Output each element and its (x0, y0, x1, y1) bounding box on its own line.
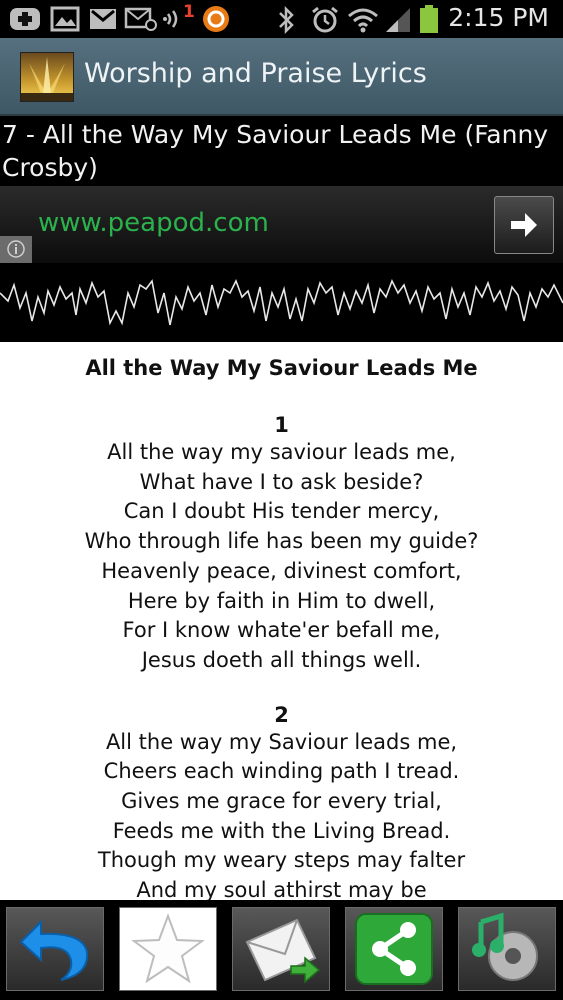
ad-info-button[interactable] (0, 236, 32, 263)
favorite-star-icon (131, 913, 205, 984)
app-logo-icon[interactable] (20, 52, 74, 102)
lyric-line: Feeds me with the Living Bread. (112, 818, 451, 843)
verse-number: 1 (274, 413, 289, 437)
lyric-line: All the way my Saviour leads me, (105, 729, 458, 754)
notification-count: 1 (183, 2, 195, 22)
share-icon (355, 913, 433, 985)
battery-icon (420, 5, 438, 33)
lyric-line: Here by faith in Him to dwell, (127, 588, 436, 613)
song-header: 7 - All the Way My Saviour Leads Me (Fan… (0, 116, 563, 186)
lyric-line: Cheers each winding path I tread. (103, 759, 460, 784)
audio-waveform (0, 263, 563, 342)
lyric-line: And my soul athirst may be (136, 878, 427, 900)
lyrics-panel[interactable]: All the Way My Saviour Leads Me 1 All th… (0, 342, 563, 900)
lyric-line: All the way my saviour leads me, (107, 440, 456, 464)
back-icon (19, 919, 89, 981)
email-forward-icon (245, 918, 321, 984)
ad-url-link[interactable]: www.peapod.com (38, 208, 269, 238)
lyric-line: Jesus doeth all things well. (141, 647, 422, 672)
music-player-button[interactable] (458, 907, 556, 991)
ad-arrow-button[interactable] (494, 196, 554, 254)
sync-icon (203, 6, 229, 32)
email-icon (124, 7, 157, 31)
lyric-line: Who through life has been my guide? (84, 529, 479, 554)
share-button[interactable] (345, 907, 443, 991)
status-bar: 1 2:15 PM (0, 0, 563, 38)
verse-number: 2 (274, 702, 289, 727)
arrow-right-icon (511, 213, 537, 237)
back-button[interactable] (6, 907, 104, 991)
status-time: 2:15 PM (448, 3, 549, 32)
ad-banner[interactable]: www.peapod.com (0, 186, 563, 263)
info-icon (7, 240, 25, 258)
favorite-button[interactable] (119, 907, 217, 991)
alarm-icon (312, 6, 338, 33)
app-title: Worship and Praise Lyrics (84, 58, 427, 89)
lyric-line: What have I to ask beside? (139, 469, 424, 494)
lyric-line: Though my weary steps may falter (97, 848, 466, 873)
bluetooth-icon (279, 6, 294, 34)
email-button[interactable] (232, 907, 330, 991)
gallery-icon (50, 6, 80, 32)
wifi-icon (348, 8, 378, 33)
gmail-icon (90, 9, 116, 29)
add-icon (10, 8, 40, 30)
lyric-line: Can I doubt His tender mercy, (123, 499, 440, 524)
lyrics-title: All the Way My Saviour Leads Me (85, 356, 478, 380)
app-action-bar: Worship and Praise Lyrics (0, 38, 563, 116)
bottom-toolbar (0, 900, 563, 1000)
music-player-icon (472, 912, 538, 981)
lyric-line: For I know whate'er befall me, (122, 618, 441, 643)
signal-icon (386, 8, 410, 32)
lyric-line: Gives me grace for every trial, (121, 789, 442, 814)
lyric-line: Heavenly peace, divinest comfort, (101, 558, 462, 583)
